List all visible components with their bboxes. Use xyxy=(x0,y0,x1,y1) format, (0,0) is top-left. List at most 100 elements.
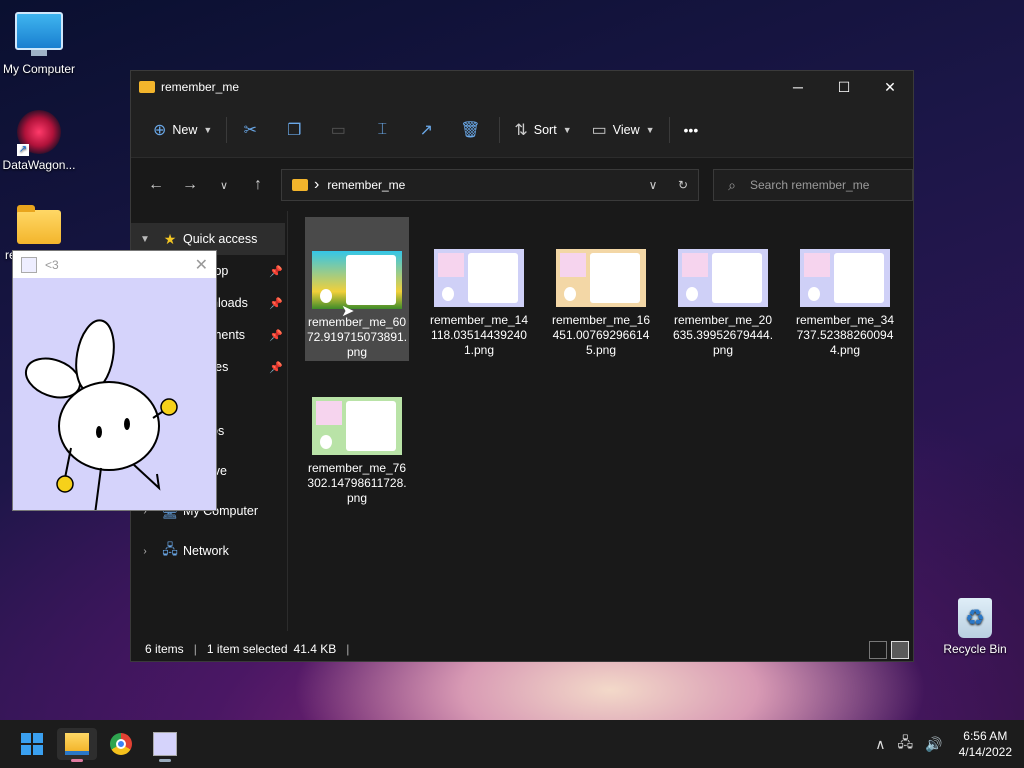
image-thumbnail xyxy=(312,397,402,455)
file-name: remember_me_6072.919715073891.png xyxy=(306,315,408,359)
recent-locations-button[interactable]: ∨ xyxy=(207,179,241,192)
selection-count: 1 item selected xyxy=(206,642,288,656)
plus-circle-icon: ⊕ xyxy=(153,122,167,139)
desktop-icon-recycle-bin[interactable]: ♻ Recycle Bin xyxy=(933,598,1017,656)
file-item[interactable]: remember_me_20635.39952679444.png xyxy=(671,217,775,358)
pin-icon: 📌 xyxy=(269,329,283,342)
desktop-icon-label: My Computer xyxy=(2,62,76,76)
sort-label: Sort xyxy=(533,123,557,137)
image-thumbnail xyxy=(434,249,524,307)
file-name: remember_me_14118.035144392401.png xyxy=(429,313,529,357)
command-bar: ⊕ New ▼ ✂ ❐ ▭ ⌶ ↗ 🗑 ⇅ Sort ▼ ▭ View ▼ ••… xyxy=(131,103,913,158)
toolbar-divider xyxy=(668,117,670,143)
breadcrumb[interactable]: remember_me xyxy=(327,178,638,192)
back-button[interactable]: ← xyxy=(139,176,173,194)
file-item[interactable]: remember_me_14118.035144392401.png xyxy=(427,217,531,358)
rename-button[interactable]: ⌶ xyxy=(363,114,407,146)
view-button[interactable]: ▭ View ▼ xyxy=(582,114,665,146)
sidebar-item-network[interactable]: › 🖧 Network xyxy=(131,535,287,567)
maximize-button[interactable]: ☐ xyxy=(821,71,867,103)
file-item[interactable]: remember_me_6072.919715073891.png xyxy=(305,217,409,361)
file-explorer-window: remember_me ─ ☐ ✕ ⊕ New ▼ ✂ ❐ ▭ ⌶ ↗ 🗑 ⇅ … xyxy=(130,70,914,662)
close-button[interactable]: ✕ xyxy=(867,71,913,103)
window-title: remember_me xyxy=(161,80,240,94)
clock-time: 6:56 AM xyxy=(963,729,1008,743)
chrome-icon xyxy=(110,733,132,755)
taskbar-file-explorer[interactable] xyxy=(57,728,97,762)
toolbar-divider xyxy=(499,117,501,143)
view-icon: ▭ xyxy=(591,122,607,139)
toolbar-divider xyxy=(226,117,228,143)
desktop-icon-my-computer[interactable]: My Computer xyxy=(0,12,81,76)
paste-button[interactable]: ▭ xyxy=(319,114,363,146)
bunny-app-icon xyxy=(153,732,177,756)
desktop-icon-label: DataWagon... xyxy=(2,158,76,172)
folder-icon xyxy=(65,733,89,755)
file-list: remember_me_6072.919715073891.png rememb… xyxy=(291,211,911,631)
view-label: View xyxy=(612,123,640,137)
copy-button[interactable]: ❐ xyxy=(275,114,319,146)
mouse-cursor: ➤ xyxy=(341,303,355,320)
desktop-icon-label: Recycle Bin xyxy=(943,642,1007,656)
clock[interactable]: 6:56 AM 4/14/2022 xyxy=(959,728,1012,760)
address-row: ← → ∨ ↑ › remember_me ∨ ↻ ⌕ Search remem… xyxy=(131,158,913,212)
taskbar-bunny-app[interactable] xyxy=(145,728,185,762)
running-indicator xyxy=(159,759,171,762)
more-options-button[interactable]: ••• xyxy=(674,114,709,146)
new-button[interactable]: ⊕ New ▼ xyxy=(143,114,222,146)
file-name: remember_me_16451.007692966145.png xyxy=(551,313,651,357)
sidebar-item-label: Quick access xyxy=(183,232,258,246)
delete-button[interactable]: 🗑 xyxy=(451,114,495,146)
active-indicator xyxy=(71,759,83,762)
file-name: remember_me_34737.523882600944.png xyxy=(795,313,895,357)
datawagon-icon: ↗ xyxy=(17,110,61,156)
file-item[interactable]: remember_me_76302.14798611728.png xyxy=(305,365,409,506)
sort-button[interactable]: ⇅ Sort ▼ xyxy=(504,114,581,146)
file-name: remember_me_20635.39952679444.png xyxy=(672,313,774,357)
network-status-icon[interactable]: 🖧 xyxy=(898,732,914,756)
address-bar[interactable]: › remember_me ∨ ↻ xyxy=(281,169,699,201)
trash-icon: 🗑 xyxy=(460,122,481,139)
volume-icon[interactable]: 🔊 xyxy=(925,736,942,753)
chevron-down-icon[interactable]: ∨ xyxy=(638,178,668,192)
system-tray: ∧ 🖧 🔊 6:56 AM 4/14/2022 xyxy=(869,720,1024,768)
pin-icon: 📌 xyxy=(269,361,283,374)
folder-icon xyxy=(292,179,308,191)
popup-title-bar[interactable]: <3 ✕ xyxy=(13,251,216,278)
windows-logo-icon xyxy=(21,733,43,755)
forward-button[interactable]: → xyxy=(173,176,207,194)
rename-icon: ⌶ xyxy=(377,121,388,138)
desktop-icon-datawagon[interactable]: ↗ DataWagon... xyxy=(0,110,81,172)
status-separator: | xyxy=(193,642,197,656)
close-button[interactable]: ✕ xyxy=(195,255,208,275)
selection-size: 41.4 KB xyxy=(293,642,337,656)
search-input[interactable]: ⌕ Search remember_me xyxy=(713,169,913,201)
refresh-icon[interactable]: ↻ xyxy=(668,178,698,192)
bunny-popup-window: <3 ✕ xyxy=(12,250,217,515)
taskbar-chrome[interactable] xyxy=(101,728,141,760)
large-icons-view-button[interactable] xyxy=(891,641,909,659)
folder-icon xyxy=(17,205,61,244)
title-bar[interactable]: remember_me ─ ☐ ✕ xyxy=(131,71,913,103)
start-button[interactable] xyxy=(12,728,52,760)
image-thumbnail xyxy=(556,249,646,307)
recycle-bin-icon: ♻ xyxy=(958,598,992,638)
folder-icon xyxy=(139,81,155,93)
up-button[interactable]: ↑ xyxy=(241,176,275,194)
minimize-button[interactable]: ─ xyxy=(775,71,821,103)
chevron-down-icon: ▼ xyxy=(645,125,655,135)
new-label: New xyxy=(172,123,198,137)
sidebar-item-label: Network xyxy=(183,544,229,558)
file-item[interactable]: remember_me_16451.007692966145.png xyxy=(549,217,653,358)
file-item[interactable]: remember_me_34737.523882600944.png xyxy=(793,217,897,358)
image-thumbnail xyxy=(312,251,402,309)
details-view-button[interactable] xyxy=(869,641,887,659)
show-hidden-icons-button[interactable]: ∧ xyxy=(875,736,885,753)
pin-icon: 📌 xyxy=(269,297,283,310)
cut-button[interactable]: ✂ xyxy=(231,114,275,146)
taskbar: ∧ 🖧 🔊 6:56 AM 4/14/2022 xyxy=(0,720,1024,768)
pin-icon: 📌 xyxy=(269,265,283,278)
chevron-down-icon[interactable]: ▼ xyxy=(131,234,159,245)
chevron-right-icon[interactable]: › xyxy=(131,546,159,557)
share-button[interactable]: ↗ xyxy=(407,114,451,146)
